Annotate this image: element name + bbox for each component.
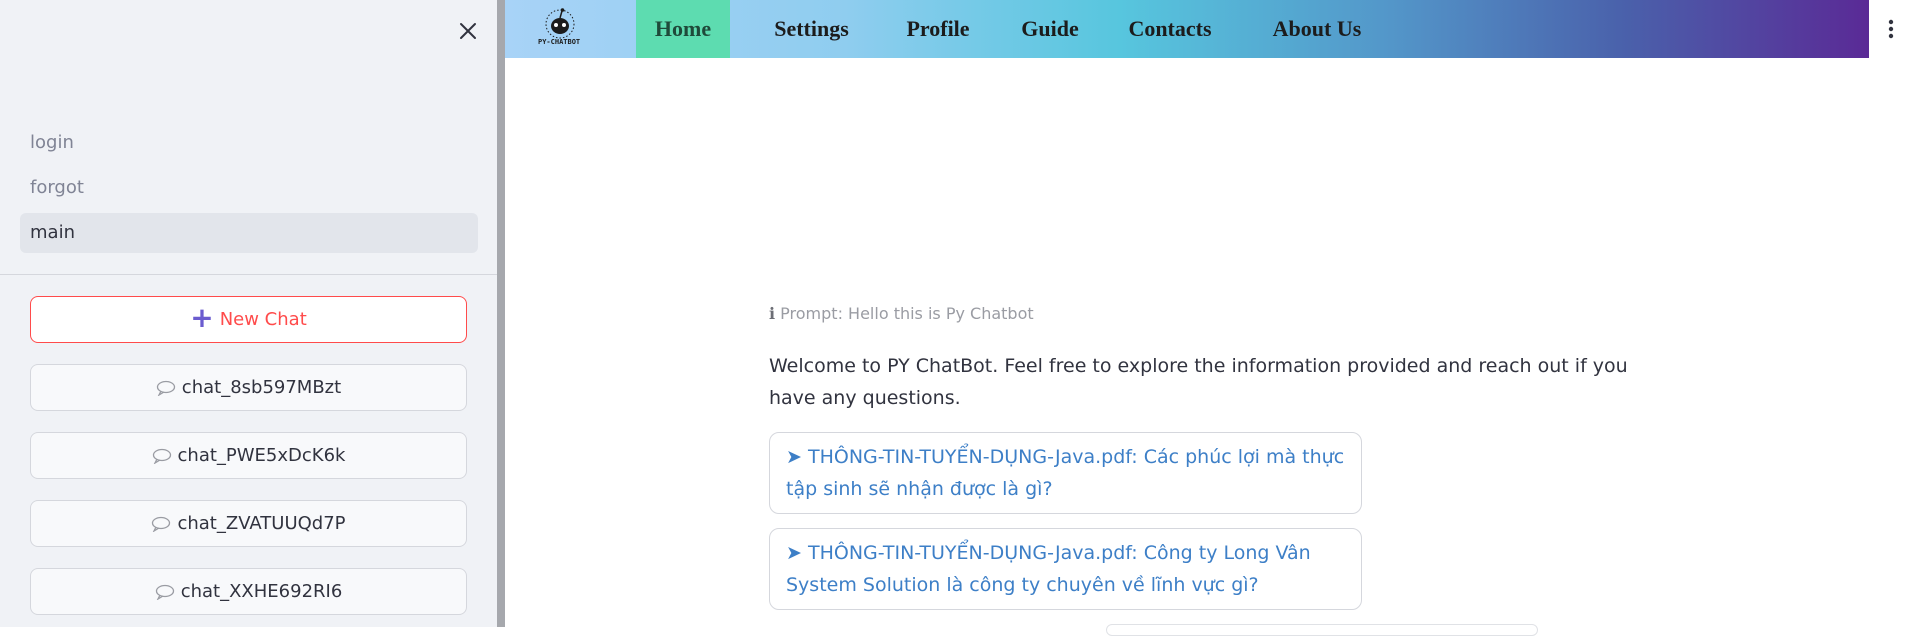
tab-settings[interactable]: Settings bbox=[759, 0, 864, 58]
chat-history-label: chat_XXHE692RI6 bbox=[180, 581, 343, 602]
tab-contacts[interactable]: Contacts bbox=[1116, 0, 1224, 58]
sidebar-nav-forgot[interactable]: forgot bbox=[20, 168, 478, 208]
logo[interactable]: PY-CHATBOT bbox=[535, 4, 593, 52]
tab-home[interactable]: Home bbox=[636, 0, 730, 58]
speech-bubble-icon bbox=[156, 380, 175, 396]
chat-history-item[interactable]: chat_ZVATUUQd7P bbox=[30, 500, 467, 547]
suggested-question-text: THÔNG-TIN-TUYỂN-DỤNG-Java.pdf: Các phúc … bbox=[786, 446, 1345, 500]
suggested-question[interactable]: ➤ THÔNG-TIN-TUYỂN-DỤNG-Java.pdf: Các phú… bbox=[769, 432, 1362, 514]
prompt-label: Prompt: Hello this is Py Chatbot bbox=[780, 304, 1034, 323]
close-sidebar-button[interactable] bbox=[454, 17, 482, 45]
chat-history-label: chat_8sb597MBzt bbox=[181, 377, 342, 398]
chat-history-label: chat_PWE5xDcK6k bbox=[177, 445, 346, 466]
sidebar: login forgot main + New Chat chat_8sb597… bbox=[0, 0, 497, 627]
chat-history-label: chat_ZVATUUQd7P bbox=[177, 513, 346, 534]
sidebar-nav-login[interactable]: login bbox=[20, 123, 478, 163]
close-icon bbox=[460, 23, 476, 39]
arrow-right-icon: ➤ bbox=[786, 446, 802, 468]
info-icon: ℹ bbox=[769, 304, 776, 323]
suggested-question-text: THÔNG-TIN-TUYỂN-DỤNG-Java.pdf: Công ty L… bbox=[786, 542, 1311, 596]
chat-input-edge[interactable] bbox=[1106, 624, 1538, 636]
sidebar-divider bbox=[0, 274, 497, 275]
logo-text: PY-CHATBOT bbox=[538, 38, 581, 46]
tab-guide[interactable]: Guide bbox=[1013, 0, 1087, 58]
plus-icon: + bbox=[190, 301, 214, 334]
sidebar-scrollbar[interactable] bbox=[497, 0, 505, 627]
new-chat-label: New Chat bbox=[219, 309, 307, 330]
sidebar-nav-main[interactable]: main bbox=[20, 213, 478, 253]
new-chat-button[interactable]: + New Chat bbox=[30, 296, 467, 343]
main-menu-button[interactable] bbox=[1876, 14, 1906, 44]
chat-history-item[interactable]: chat_PWE5xDcK6k bbox=[30, 432, 467, 479]
tab-profile[interactable]: Profile bbox=[893, 0, 983, 58]
chat-history-item[interactable]: chat_8sb597MBzt bbox=[30, 364, 467, 411]
welcome-message: Welcome to PY ChatBot. Feel free to expl… bbox=[769, 355, 1628, 409]
kebab-menu-icon bbox=[1888, 19, 1894, 39]
speech-bubble-icon bbox=[152, 516, 171, 532]
tab-about-us[interactable]: About Us bbox=[1255, 0, 1379, 58]
prompt-info: ℹ Prompt: Hello this is Py Chatbot bbox=[769, 304, 1034, 323]
suggested-question[interactable]: ➤ THÔNG-TIN-TUYỂN-DỤNG-Java.pdf: Công ty… bbox=[769, 528, 1362, 610]
speech-bubble-icon bbox=[155, 584, 174, 600]
top-navbar: PY-CHATBOT Home Settings Profile Guide C… bbox=[505, 0, 1869, 58]
chat-history-item[interactable]: chat_XXHE692RI6 bbox=[30, 568, 467, 615]
arrow-right-icon: ➤ bbox=[786, 542, 802, 564]
speech-bubble-icon bbox=[152, 448, 171, 464]
